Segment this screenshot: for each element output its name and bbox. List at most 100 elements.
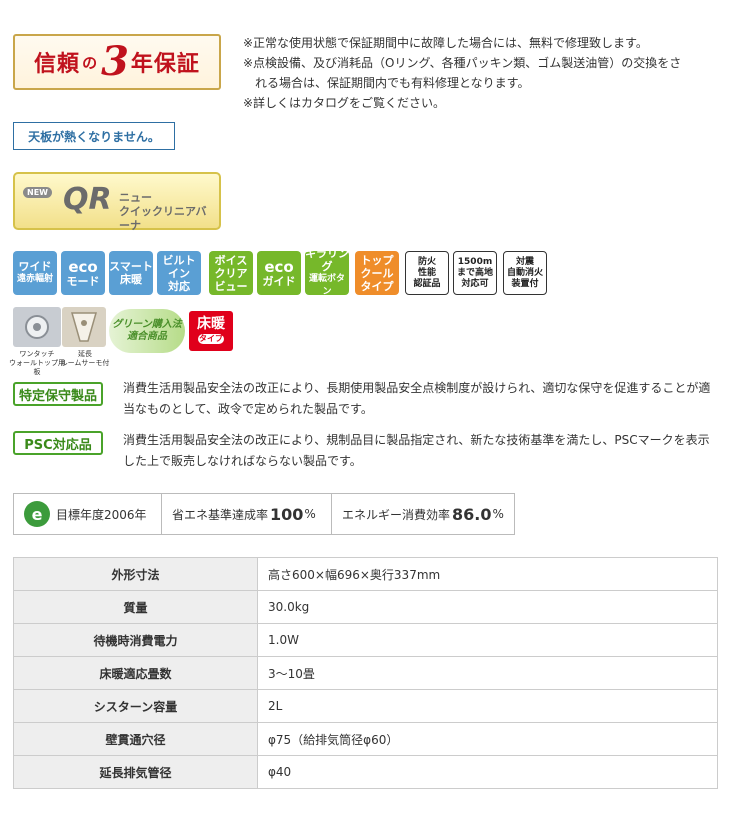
onetouch-icon <box>13 307 61 347</box>
spec-value: 30.0kg <box>257 590 718 624</box>
feature-icon-line: ビルト <box>162 253 196 267</box>
warranty-text-3: 年保証 <box>130 52 200 77</box>
feature-icon-line: 対震 <box>515 256 534 267</box>
feature-icon: キラリング 運転ボタン <box>305 247 349 297</box>
achievement-label: 省エネ基準達成率 <box>172 507 269 522</box>
spec-label: 壁貫通穴径 <box>13 722 258 756</box>
efficiency-value: 86.0 <box>452 504 492 524</box>
feature-icon: 1500m まで高地 対応可 <box>453 251 497 295</box>
spec-label: 質量 <box>13 590 258 624</box>
spec-label: 待機時消費電力 <box>13 623 258 657</box>
spec-row: 待機時消費電力 1.0W <box>13 623 718 657</box>
spec-label: 外形寸法 <box>13 557 258 591</box>
efficiency-cell: エネルギー消費効率 86.0 % <box>332 494 514 534</box>
green-purchase-line1: グリーン購入法 <box>112 319 182 330</box>
floor-heating-badge: 床暖 タイプ <box>189 311 233 351</box>
wall-top-icon <box>25 315 49 339</box>
feature-icon: トップ クール タイプ <box>355 251 399 295</box>
onetouch-label-1: ワンタッチ <box>19 350 55 358</box>
qr-mark: QR <box>63 182 112 217</box>
extension-label-2: ルームサーモ付 <box>60 359 110 367</box>
qr-logo-line2: クイックリニアバーナ <box>119 205 207 232</box>
efficiency-label: エネルギー消費効率 <box>342 507 451 522</box>
feature-icon: 対震 自動消火 装置付 <box>503 251 547 295</box>
note-line: ※正常な使用状態で保証期間中に故障した場合には、無料で修理致します。 <box>243 36 648 50</box>
feature-icon-line: まで高地 <box>456 267 493 278</box>
feature-icon-line: ボイス <box>214 253 248 267</box>
energy-efficiency-box: e 目標年度2006年 省エネ基準達成率 100 % エネルギー消費効率 86.… <box>13 493 515 535</box>
floor-heating-sub: タイプ <box>198 334 224 344</box>
feature-icon-line: ビュー <box>214 279 248 293</box>
qr-logo-text: ニュー クイックリニアバーナ <box>119 191 214 233</box>
spec-label: 延長排気管径 <box>13 755 258 789</box>
tenban-label: 天板が熱くなりません。 <box>13 122 175 150</box>
target-year-cell: e 目標年度2006年 <box>14 494 162 534</box>
green-purchase-line2: 適合商品 <box>127 331 167 342</box>
feature-icon-line: eco <box>264 257 294 276</box>
feature-icon-line: モード <box>66 274 100 288</box>
specified-maintenance-tag: 特定保守製品 <box>13 382 103 406</box>
feature-icon: 防火 性能 認証品 <box>405 251 449 295</box>
feature-icon: eco ガイド <box>257 251 301 295</box>
spec-value: 高さ600×幅696×奥行337mm <box>257 557 718 591</box>
feature-icon-line: キラリング <box>305 247 349 273</box>
spec-row: シスターン容量 2L <box>13 689 718 723</box>
qr-logo-line1: ニュー <box>119 191 152 204</box>
feature-icon-line: eco <box>68 257 98 276</box>
extension-thermo-label: 延長 ルームサーモ付 <box>60 350 110 368</box>
spec-value: 2L <box>257 689 718 723</box>
feature-icon-line: クール <box>360 266 394 280</box>
note-line: ※詳しくはカタログをご覧ください。 <box>243 96 446 110</box>
feature-icon-line: 自動消火 <box>506 267 543 278</box>
extension-label-1: 延長 <box>78 350 92 358</box>
achievement-unit: % <box>304 507 316 521</box>
spec-value: 1.0W <box>257 623 718 657</box>
new-badge: NEW <box>23 187 52 198</box>
psc-tag: PSC対応品 <box>13 431 103 455</box>
spec-table: 外形寸法 高さ600×幅696×奥行337mm 質量 30.0kg 待機時消費電力 1.0… <box>13 557 718 789</box>
feature-icon-line: イン <box>168 266 190 280</box>
feature-icon: eco モード <box>61 251 105 295</box>
feature-icon-line: 1500m <box>457 256 493 267</box>
onetouch-label: ワンタッチ ウォールトップ用板 <box>9 350 65 377</box>
feature-icon-line: トップ <box>360 253 394 267</box>
spec-row: 床暖適応畳数 3～10畳 <box>13 656 718 690</box>
feature-icon-line: 対応可 <box>461 278 489 289</box>
warranty-notes: ※正常な使用状態で保証期間中に故障した場合には、無料で修理致します。 ※点検設備… <box>243 33 723 113</box>
spec-row: 壁貫通穴径 φ75（給排気筒径φ60） <box>13 722 718 756</box>
warranty-badge: 信頼 の 3 年保証 <box>13 34 221 90</box>
feature-icon-line: 床暖 <box>120 273 142 286</box>
energy-mark-icon: e <box>24 501 50 527</box>
psc-desc: 消費生活用製品安全法の改正により、規制品目に製品指定され、新たな技術基準を満たし… <box>123 433 710 468</box>
warranty-years: 3 <box>101 38 129 85</box>
note-line: ※点検設備、及び消耗品（Oリング、各種パッキン類、ゴム製送油管）の交換をさ <box>243 56 682 70</box>
feature-icon-line: 運転ボタン <box>308 274 345 297</box>
floor-heating-title: 床暖 <box>197 316 225 332</box>
feature-icon-line: 防火 <box>417 256 436 267</box>
feature-icon-line: 装置付 <box>511 278 539 289</box>
spec-row: 延長排気管径 φ40 <box>13 755 718 789</box>
extension-thermo-icon <box>62 307 106 347</box>
feature-icon: ビルト イン 対応 <box>157 251 201 295</box>
note-line: れる場合は、保証期間内でも有料修理となります。 <box>255 76 530 90</box>
feature-icon-line: クリア <box>214 266 248 280</box>
warranty-text-2: の <box>82 53 98 72</box>
feature-icon-line: スマート <box>109 260 153 273</box>
green-purchase-badge: グリーン購入法 適合商品 <box>109 309 185 353</box>
spec-label: シスターン容量 <box>13 689 258 723</box>
achievement-value: 100 <box>270 504 304 524</box>
spec-value: φ75（給排気筒径φ60） <box>257 722 718 756</box>
warranty-text-1: 信頼 <box>34 52 81 77</box>
feature-icon-line: 性能 <box>417 267 436 278</box>
feature-icon-line: 認証品 <box>413 278 441 289</box>
spec-value: 3～10畳 <box>257 656 718 690</box>
feature-icon: ボイス クリア ビュー <box>209 251 253 295</box>
spec-row: 質量 30.0kg <box>13 590 718 624</box>
target-year: 目標年度2006年 <box>56 507 147 522</box>
feature-icon: スマート 床暖 <box>109 251 153 295</box>
feature-icon-line: 遠赤輻射 <box>16 274 53 284</box>
spec-row: 外形寸法 高さ600×幅696×奥行337mm <box>13 557 718 591</box>
feature-icon-line: タイプ <box>360 279 394 293</box>
specified-maintenance-desc: 消費生活用製品安全法の改正により、長期使用製品安全点検制度が設けられ、適切な保守… <box>123 381 711 416</box>
efficiency-unit: % <box>492 507 504 521</box>
